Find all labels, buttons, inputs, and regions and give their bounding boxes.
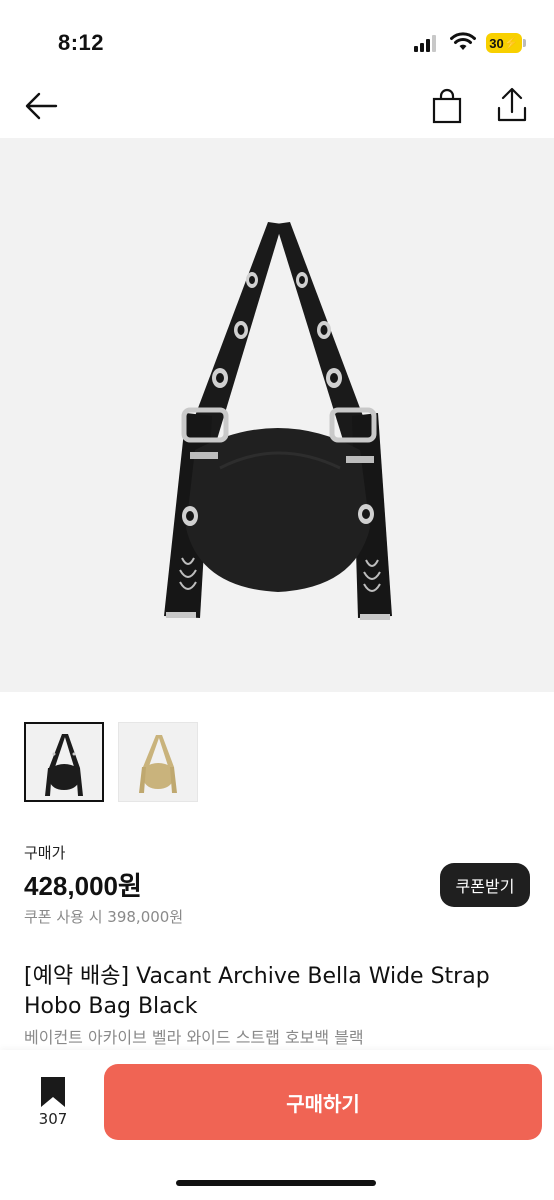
buy-button[interactable]: 구매하기 [104,1064,542,1140]
price-label: 구매가 [24,844,66,862]
status-time: 8:12 [58,30,105,55]
battery-nub [523,39,526,47]
battery-icon: 30 ⚡ [486,33,522,53]
bookmark-button[interactable]: 307 [30,1072,76,1134]
top-nav [0,80,554,138]
product-title: [예약 배송] Vacant Archive Bella Wide Strap … [24,964,490,1019]
bookmark-count: 307 [38,1110,68,1128]
share-icon[interactable] [494,86,530,124]
black-bag-thumbnail[interactable] [24,722,104,802]
arrow-left-icon[interactable] [24,90,60,122]
beige-bag-thumbnail[interactable] [118,722,198,802]
cellular-signal-icon [414,35,438,52]
bookmark-icon [41,1077,65,1107]
coupon-price: 쿠폰 사용 시 398,000원 [24,908,184,926]
black-hobo-bag-image [164,222,392,620]
wifi-icon [450,32,476,50]
status-bar: 8:12 30 ⚡ [0,0,554,80]
home-indicator [176,1180,376,1186]
product-subtitle: 베이컨트 아카이브 벨라 와이드 스트랩 호보백 블랙 [24,1028,364,1047]
shopping-bag-icon[interactable] [430,88,464,124]
coupon-button[interactable]: 쿠폰받기 [440,863,530,907]
product-image[interactable] [0,138,554,692]
battery-level: 30 [489,35,504,51]
price: 428,000원 [24,871,142,901]
